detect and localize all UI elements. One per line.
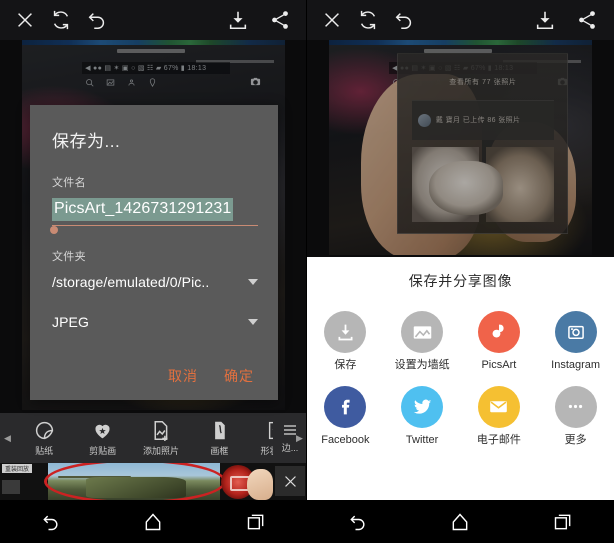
toolbar-left-group	[0, 9, 108, 31]
editor-toolbar-left	[0, 0, 306, 40]
replay-tag: 重装回放	[2, 464, 33, 473]
close-icon[interactable]	[321, 9, 343, 31]
text-selection-handle[interactable]	[50, 225, 58, 234]
recents-icon[interactable]	[246, 512, 266, 532]
share-item-label: 更多	[564, 433, 587, 446]
picsart-icon	[477, 311, 520, 353]
sticker-icon	[34, 420, 55, 441]
tool-label: 添加照片	[142, 445, 179, 456]
tool-items: 贴纸 剪贴画 添加照片 画框	[15, 413, 306, 463]
filename-field-wrap[interactable]: PicsArt_1426731291231	[50, 198, 258, 234]
save-as-dialog: 保存为... 文件名 PicsArt_1426731291231 文件夹 /st…	[30, 105, 278, 400]
format-select[interactable]: JPEG	[52, 314, 258, 330]
back-icon[interactable]	[41, 512, 61, 532]
download-icon[interactable]	[227, 9, 249, 31]
folder-label: 文件夹	[52, 250, 86, 263]
share-row: 保存 设置为墙纸 PicsArt Instagram	[307, 311, 614, 372]
facebook-icon	[324, 385, 367, 428]
red-highlight-ring	[44, 463, 226, 500]
clipart-heart-icon	[92, 420, 113, 441]
twitter-icon	[401, 385, 444, 428]
more-dots-icon	[554, 385, 597, 428]
add-photo-icon	[150, 420, 171, 441]
share-icon[interactable]	[269, 9, 291, 31]
tool-item-add-photo[interactable]: 添加照片	[132, 420, 190, 457]
undo-icon[interactable]	[86, 9, 108, 31]
share-item-save[interactable]: 保存	[312, 311, 378, 372]
toolbar-right-group	[227, 9, 306, 31]
format-value: JPEG	[52, 313, 89, 330]
share-item-twitter[interactable]: Twitter	[389, 385, 455, 447]
share-item-label: Instagram	[551, 359, 601, 371]
tool-item-sticker[interactable]: 贴纸	[15, 420, 73, 457]
share-item-wallpaper[interactable]: 设置为墙纸	[389, 311, 455, 372]
screenshot-root: ◀ ●● ▤ ✶ ▣ ○ ▧ ☷ ▰ 67% ▮ 18:13 保存为... 文件…	[0, 0, 614, 543]
refresh-icon[interactable]	[50, 9, 72, 31]
refresh-icon[interactable]	[357, 9, 379, 31]
share-item-more[interactable]: 更多	[543, 385, 609, 447]
share-item-label: Facebook	[321, 433, 370, 446]
android-navbar-right	[307, 500, 614, 543]
back-icon[interactable]	[348, 512, 368, 532]
left-phone-panel: ◀ ●● ▤ ✶ ▣ ○ ▧ ☷ ▰ 67% ▮ 18:13 保存为... 文件…	[0, 0, 307, 543]
download-icon[interactable]	[534, 9, 556, 31]
download-icon	[324, 311, 367, 353]
share-item-facebook[interactable]: Facebook	[312, 385, 378, 447]
share-icon[interactable]	[576, 9, 598, 31]
filename-underline	[52, 224, 258, 226]
editor-toolbar-right	[307, 0, 614, 40]
email-icon	[477, 385, 520, 428]
toolbar-left-group	[307, 9, 415, 31]
share-item-label: 设置为墙纸	[394, 359, 450, 371]
right-phone-panel: ◀ ●● ▤ ✶ ▣ ○ ▧ ☷ ▰ 67% ▮ 18:13 查看所有 77 张…	[307, 0, 614, 543]
share-item-label: Twitter	[405, 433, 439, 446]
share-grid: 保存 设置为墙纸 PicsArt Instagram Facebook Twit…	[307, 311, 614, 447]
close-icon[interactable]	[14, 9, 36, 31]
chevron-down-icon	[248, 318, 258, 325]
wallpaper-icon	[401, 311, 444, 353]
share-item-label: 电子邮件	[476, 433, 521, 446]
tool-item-clipart[interactable]: 剪贴画	[74, 420, 132, 457]
share-sheet: 保存并分享图像 保存 设置为墙纸 PicsArt Instagram Faceb…	[307, 257, 614, 500]
confirm-button[interactable]: 确定	[224, 366, 254, 386]
cancel-button[interactable]: 取消	[168, 366, 198, 386]
share-item-label: 保存	[334, 359, 357, 371]
recents-icon[interactable]	[553, 512, 573, 532]
dialog-title: 保存为...	[52, 132, 121, 151]
photo-dim-overlay	[329, 40, 592, 255]
editor-canvas-right[interactable]: ◀ ●● ▤ ✶ ▣ ○ ▧ ☷ ▰ 67% ▮ 18:13 查看所有 77 张…	[329, 40, 592, 255]
tool-label: 画框	[210, 445, 229, 456]
strip-prev-arrow[interactable]: ◀	[0, 433, 15, 444]
home-icon[interactable]	[450, 512, 470, 532]
background-photo-strip: 重装回放	[0, 463, 306, 500]
tool-label: 贴纸	[35, 445, 54, 456]
instagram-icon	[554, 311, 597, 353]
share-item-instagram[interactable]: Instagram	[543, 311, 609, 372]
filename-input[interactable]: PicsArt_1426731291231	[52, 198, 234, 221]
toolbar-right-group	[534, 9, 614, 31]
undo-icon[interactable]	[393, 9, 415, 31]
finger-illustration	[247, 469, 273, 500]
home-icon[interactable]	[143, 512, 163, 532]
dialog-actions: 取消 确定	[52, 366, 258, 386]
android-navbar-left	[0, 500, 306, 543]
tool-label: 剪贴画	[89, 445, 117, 456]
effects-tool-strip: ◀ 贴纸 剪贴画 添加照片 画框 边... ▶	[0, 413, 306, 463]
chevron-down-icon	[248, 278, 258, 285]
folder-value: /storage/emulated/0/Pic..	[52, 273, 210, 290]
share-row: Facebook Twitter 电子邮件 更多	[307, 385, 614, 447]
folder-select[interactable]: /storage/emulated/0/Pic..	[52, 274, 258, 290]
share-item-picsart[interactable]: PicsArt	[466, 311, 532, 372]
thumbnail-chip	[2, 480, 20, 494]
share-sheet-title: 保存并分享图像	[408, 273, 513, 289]
share-item-email[interactable]: 电子邮件	[466, 385, 532, 447]
frame-icon	[209, 420, 230, 441]
share-item-label: PicsArt	[481, 359, 517, 371]
strip-next-arrow[interactable]: ▶	[292, 413, 306, 463]
tool-item-frame[interactable]: 画框	[190, 420, 248, 457]
close-icon[interactable]	[275, 466, 305, 496]
filename-label: 文件名	[52, 177, 86, 189]
